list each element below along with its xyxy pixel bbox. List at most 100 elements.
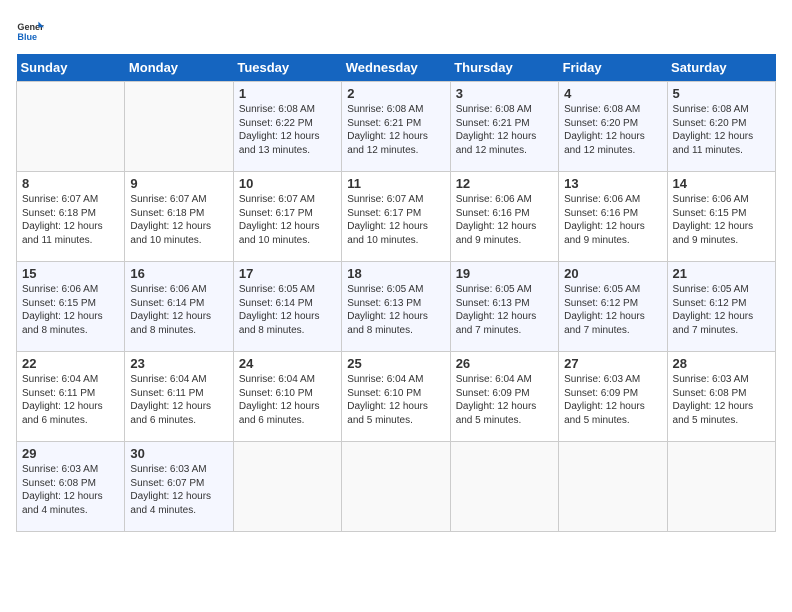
day-info: Sunrise: 6:05 AMSunset: 6:14 PMDaylight:… [239, 283, 336, 337]
calendar-cell: 14 Sunrise: 6:06 AMSunset: 6:15 PMDayligh… [667, 172, 775, 262]
calendar-cell: 11 Sunrise: 6:07 AMSunset: 6:17 PMDayligh… [342, 172, 450, 262]
calendar-week-3: 15 Sunrise: 6:06 AMSunset: 6:15 PMDayligh… [17, 262, 776, 352]
calendar-cell: 16 Sunrise: 6:06 AMSunset: 6:14 PMDayligh… [125, 262, 233, 352]
day-number: 8 [22, 176, 119, 191]
day-number: 18 [347, 266, 444, 281]
calendar-cell: 18 Sunrise: 6:05 AMSunset: 6:13 PMDayligh… [342, 262, 450, 352]
day-number: 25 [347, 356, 444, 371]
day-info: Sunrise: 6:04 AMSunset: 6:09 PMDaylight:… [456, 373, 553, 427]
day-info: Sunrise: 6:08 AMSunset: 6:21 PMDaylight:… [347, 103, 444, 157]
day-number: 23 [130, 356, 227, 371]
calendar-cell [450, 442, 558, 532]
day-number: 11 [347, 176, 444, 191]
calendar-cell: 26 Sunrise: 6:04 AMSunset: 6:09 PMDayligh… [450, 352, 558, 442]
calendar-cell: 4 Sunrise: 6:08 AMSunset: 6:20 PMDaylight… [559, 82, 667, 172]
day-number: 24 [239, 356, 336, 371]
col-header-thursday: Thursday [450, 54, 558, 82]
page-header: General Blue [16, 16, 776, 44]
calendar-week-5: 29 Sunrise: 6:03 AMSunset: 6:08 PMDayligh… [17, 442, 776, 532]
calendar-cell: 17 Sunrise: 6:05 AMSunset: 6:14 PMDayligh… [233, 262, 341, 352]
day-number: 5 [673, 86, 770, 101]
calendar-cell [17, 82, 125, 172]
day-info: Sunrise: 6:04 AMSunset: 6:10 PMDaylight:… [239, 373, 336, 427]
day-info: Sunrise: 6:05 AMSunset: 6:12 PMDaylight:… [673, 283, 770, 337]
day-number: 20 [564, 266, 661, 281]
day-info: Sunrise: 6:06 AMSunset: 6:16 PMDaylight:… [456, 193, 553, 247]
calendar-cell [559, 442, 667, 532]
calendar-cell: 22Sunrise: 6:04 AMSunset: 6:11 PMDayligh… [17, 352, 125, 442]
calendar-table: SundayMondayTuesdayWednesdayThursdayFrid… [16, 54, 776, 532]
calendar-cell: 25 Sunrise: 6:04 AMSunset: 6:10 PMDayligh… [342, 352, 450, 442]
day-info: Sunrise: 6:06 AMSunset: 6:14 PMDaylight:… [130, 283, 227, 337]
day-info: Sunrise: 6:05 AMSunset: 6:13 PMDaylight:… [456, 283, 553, 337]
calendar-cell: 2Sunrise: 6:08 AMSunset: 6:21 PMDaylight… [342, 82, 450, 172]
calendar-week-4: 22Sunrise: 6:04 AMSunset: 6:11 PMDayligh… [17, 352, 776, 442]
calendar-cell: 5 Sunrise: 6:08 AMSunset: 6:20 PMDaylight… [667, 82, 775, 172]
day-info: Sunrise: 6:03 AMSunset: 6:07 PMDaylight:… [130, 463, 227, 517]
day-info: Sunrise: 6:06 AMSunset: 6:15 PMDaylight:… [22, 283, 119, 337]
day-info: Sunrise: 6:07 AMSunset: 6:17 PMDaylight:… [347, 193, 444, 247]
day-number: 22 [22, 356, 119, 371]
day-number: 15 [22, 266, 119, 281]
calendar-cell: 23Sunrise: 6:04 AMSunset: 6:11 PMDayligh… [125, 352, 233, 442]
day-info: Sunrise: 6:06 AMSunset: 6:15 PMDaylight:… [673, 193, 770, 247]
day-number: 26 [456, 356, 553, 371]
col-header-tuesday: Tuesday [233, 54, 341, 82]
calendar-cell [233, 442, 341, 532]
day-number: 28 [673, 356, 770, 371]
logo-icon: General Blue [16, 16, 44, 44]
day-number: 14 [673, 176, 770, 191]
day-number: 19 [456, 266, 553, 281]
calendar-cell: 12 Sunrise: 6:06 AMSunset: 6:16 PMDayligh… [450, 172, 558, 262]
day-info: Sunrise: 6:03 AMSunset: 6:08 PMDaylight:… [673, 373, 770, 427]
day-info: Sunrise: 6:05 AMSunset: 6:13 PMDaylight:… [347, 283, 444, 337]
col-header-friday: Friday [559, 54, 667, 82]
day-info: Sunrise: 6:07 AMSunset: 6:17 PMDaylight:… [239, 193, 336, 247]
day-info: Sunrise: 6:07 AMSunset: 6:18 PMDaylight:… [130, 193, 227, 247]
day-info: Sunrise: 6:06 AMSunset: 6:16 PMDaylight:… [564, 193, 661, 247]
calendar-cell: 1 Sunrise: 6:08 AMSunset: 6:22 PMDaylight… [233, 82, 341, 172]
day-number: 10 [239, 176, 336, 191]
day-number: 9 [130, 176, 227, 191]
calendar-cell: 15 Sunrise: 6:06 AMSunset: 6:15 PMDayligh… [17, 262, 125, 352]
day-info: Sunrise: 6:08 AMSunset: 6:22 PMDaylight:… [239, 103, 336, 157]
calendar-cell: 10 Sunrise: 6:07 AMSunset: 6:17 PMDayligh… [233, 172, 341, 262]
day-number: 3 [456, 86, 553, 101]
calendar-cell: 8 Sunrise: 6:07 AMSunset: 6:18 PMDaylight… [17, 172, 125, 262]
day-number: 29 [22, 446, 119, 461]
calendar-cell: 27Sunrise: 6:03 AMSunset: 6:09 PMDayligh… [559, 352, 667, 442]
calendar-cell: 9 Sunrise: 6:07 AMSunset: 6:18 PMDaylight… [125, 172, 233, 262]
day-info: Sunrise: 6:05 AMSunset: 6:12 PMDaylight:… [564, 283, 661, 337]
calendar-cell: 20 Sunrise: 6:05 AMSunset: 6:12 PMDayligh… [559, 262, 667, 352]
col-header-sunday: Sunday [17, 54, 125, 82]
calendar-cell [125, 82, 233, 172]
calendar-week-2: 8 Sunrise: 6:07 AMSunset: 6:18 PMDaylight… [17, 172, 776, 262]
calendar-cell [342, 442, 450, 532]
day-info: Sunrise: 6:08 AMSunset: 6:20 PMDaylight:… [564, 103, 661, 157]
day-info: Sunrise: 6:03 AMSunset: 6:08 PMDaylight:… [22, 463, 119, 517]
calendar-cell: 21 Sunrise: 6:05 AMSunset: 6:12 PMDayligh… [667, 262, 775, 352]
day-info: Sunrise: 6:07 AMSunset: 6:18 PMDaylight:… [22, 193, 119, 247]
calendar-week-1: 1 Sunrise: 6:08 AMSunset: 6:22 PMDaylight… [17, 82, 776, 172]
day-info: Sunrise: 6:04 AMSunset: 6:10 PMDaylight:… [347, 373, 444, 427]
day-number: 17 [239, 266, 336, 281]
calendar-cell: 30 Sunrise: 6:03 AMSunset: 6:07 PMDayligh… [125, 442, 233, 532]
day-number: 13 [564, 176, 661, 191]
day-number: 4 [564, 86, 661, 101]
day-info: Sunrise: 6:08 AMSunset: 6:21 PMDaylight:… [456, 103, 553, 157]
logo: General Blue [16, 16, 48, 44]
day-number: 1 [239, 86, 336, 101]
calendar-cell: 28 Sunrise: 6:03 AMSunset: 6:08 PMDayligh… [667, 352, 775, 442]
day-info: Sunrise: 6:08 AMSunset: 6:20 PMDaylight:… [673, 103, 770, 157]
day-number: 30 [130, 446, 227, 461]
day-info: Sunrise: 6:03 AMSunset: 6:09 PMDaylight:… [564, 373, 661, 427]
day-number: 12 [456, 176, 553, 191]
calendar-cell [667, 442, 775, 532]
calendar-cell: 13 Sunrise: 6:06 AMSunset: 6:16 PMDayligh… [559, 172, 667, 262]
day-number: 21 [673, 266, 770, 281]
col-header-saturday: Saturday [667, 54, 775, 82]
day-number: 16 [130, 266, 227, 281]
calendar-cell: 29 Sunrise: 6:03 AMSunset: 6:08 PMDayligh… [17, 442, 125, 532]
calendar-cell: 19 Sunrise: 6:05 AMSunset: 6:13 PMDayligh… [450, 262, 558, 352]
calendar-cell: 3 Sunrise: 6:08 AMSunset: 6:21 PMDaylight… [450, 82, 558, 172]
